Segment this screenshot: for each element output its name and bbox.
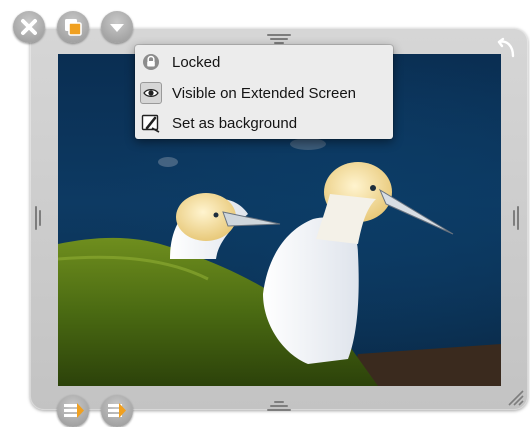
layer-back-icon xyxy=(64,403,84,418)
eye-icon xyxy=(140,82,162,104)
menu-item-visible-extended[interactable]: Visible on Extended Screen xyxy=(135,78,393,108)
menu-button[interactable] xyxy=(101,11,133,43)
background-brush-icon xyxy=(140,112,162,134)
lock-icon xyxy=(140,51,162,73)
corner-resize-handle[interactable] xyxy=(506,388,524,406)
left-resize-handle[interactable] xyxy=(35,206,45,234)
menu-item-set-background[interactable]: Set as background xyxy=(135,108,393,138)
close-icon xyxy=(21,19,37,35)
duplicate-button[interactable] xyxy=(57,11,89,43)
layer-forward-button[interactable] xyxy=(101,395,133,427)
menu-item-label: Locked xyxy=(172,53,221,71)
right-resize-handle[interactable] xyxy=(513,206,523,234)
top-resize-handle[interactable] xyxy=(266,32,292,44)
context-menu: Locked Visible on Extended Screen Set as… xyxy=(135,45,393,139)
menu-item-label: Visible on Extended Screen xyxy=(172,84,357,102)
bottom-resize-handle[interactable] xyxy=(266,399,292,411)
duplicate-icon xyxy=(65,19,82,36)
menu-item-label: Set as background xyxy=(172,114,298,132)
rotate-icon[interactable] xyxy=(493,36,519,62)
menu-item-locked[interactable]: Locked xyxy=(135,47,393,77)
layer-forward-icon xyxy=(108,403,126,418)
layer-back-button[interactable] xyxy=(57,395,89,427)
close-button[interactable] xyxy=(13,11,45,43)
chevron-down-icon xyxy=(110,24,124,32)
